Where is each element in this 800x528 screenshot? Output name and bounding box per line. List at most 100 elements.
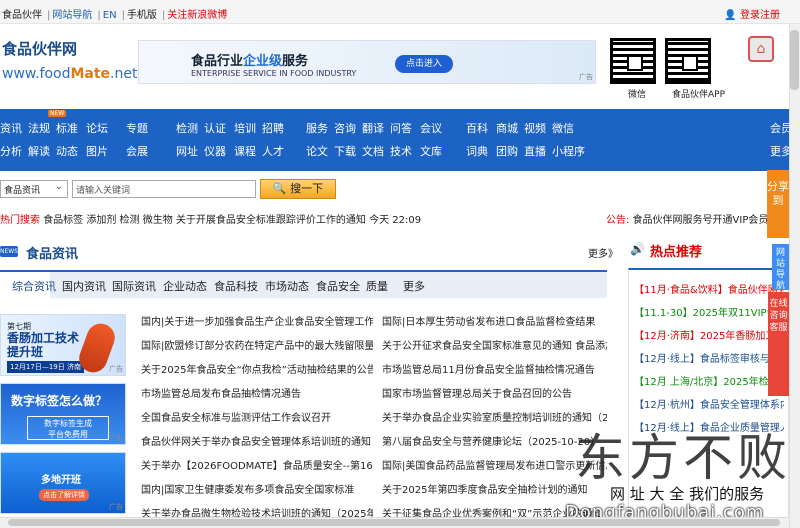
news-item-left[interactable]: 国内|国家卫生健康委发布多项食品安全国家标准 <box>141 481 354 496</box>
nav-item-9[interactable]: 服务 <box>306 120 328 136</box>
news-item-left[interactable]: 关于2025年食品安全“你点我检”活动抽检结果的公告 <box>141 361 373 376</box>
ad-tag: 广告 <box>109 365 123 373</box>
banner-enter-button[interactable]: 点击进入 <box>395 55 453 73</box>
online-service-float[interactable]: 在线咨询客服 <box>768 292 789 396</box>
hot-item[interactable]: 【12月·线上】食品标签审核与合规培训 <box>634 350 784 365</box>
nav-item-row2-2[interactable]: 动态 <box>56 143 78 159</box>
home-icon[interactable]: ⌂ <box>748 36 774 62</box>
nav-item-row2-13[interactable]: 文库 <box>420 143 442 159</box>
share-button[interactable]: 分享到 <box>767 170 789 238</box>
nav-item-row2-5[interactable]: 网址 <box>176 143 198 159</box>
nav-item-1[interactable]: 法规 <box>28 120 50 136</box>
news-item-left[interactable]: 国际|欧盟修订部分农药在特定产品中的最大残留限量 <box>141 337 373 352</box>
nav-item-row2-11[interactable]: 文档 <box>362 143 384 159</box>
hot-item[interactable]: 【12月·杭州】食品安全管理体系内审员培训 <box>634 396 784 411</box>
tab-0[interactable]: 综合资讯 <box>12 278 56 294</box>
vertical-scrollbar[interactable] <box>789 24 800 528</box>
vertical-scroll-thumb[interactable] <box>790 30 799 90</box>
tab-8[interactable]: 更多 <box>403 278 425 294</box>
nav-item-5[interactable]: 检测 <box>176 120 198 136</box>
nav-item-16[interactable]: 视频 <box>524 120 546 136</box>
top-link-mobile[interactable]: 手机版 <box>127 10 157 21</box>
news-item-right[interactable]: 国家市场监督管理总局关于食品召回的公告 <box>382 385 572 400</box>
news-item-left[interactable]: 国内|关于进一步加强食品生产企业食品安全管理工作的通知 <box>141 313 373 328</box>
nav-item-14[interactable]: 百科 <box>466 120 488 136</box>
nav-item-row2-7[interactable]: 课程 <box>234 143 256 159</box>
nav-item-12[interactable]: 问答 <box>390 120 412 136</box>
nav-item-6[interactable]: 认证 <box>204 120 226 136</box>
nav-item-row2-1[interactable]: 解读 <box>28 143 50 159</box>
nav-item-row2-17[interactable]: 小程序 <box>552 143 585 159</box>
nav-item-15[interactable]: 商城 <box>496 120 518 136</box>
nav-item-17[interactable]: 微信 <box>552 120 574 136</box>
top-link-home[interactable]: 食品伙伴 <box>2 10 42 21</box>
nav-item-row2-12[interactable]: 技术 <box>390 143 412 159</box>
hot-item[interactable]: 【11月·食品&饮料】食品伙伴网会员优惠活动进行中 <box>634 281 784 296</box>
search-input[interactable]: 请输入关键词 <box>72 180 256 198</box>
top-link-weibo[interactable]: 关注新浪微博 <box>167 10 227 21</box>
news-item-left[interactable]: 关于举办【2026FOODMATE】食品质量安全--第16届食品行业年会通知 <box>141 457 373 472</box>
nav-item-0[interactable]: 资讯 <box>0 120 22 136</box>
ad3-button: 点击了解详情 <box>39 489 89 501</box>
site-nav-float[interactable]: 网站导航 <box>772 244 789 291</box>
site-logo[interactable]: 食品伙伴网 www.foodMate.net <box>2 36 137 88</box>
tab-6[interactable]: 食品安全 <box>316 278 360 294</box>
tab-4[interactable]: 食品科技 <box>214 278 258 294</box>
tab-7[interactable]: 质量 <box>366 278 388 294</box>
search-icon: 🔍 <box>272 182 287 195</box>
nav-item-row2-3[interactable]: 图片 <box>86 143 108 159</box>
ad-tag: 广告 <box>109 503 123 511</box>
nav-item-row2-4[interactable]: 会展 <box>126 143 148 159</box>
nav-item-row2-9[interactable]: 论文 <box>306 143 328 159</box>
nav-item-row2-8[interactable]: 人才 <box>262 143 284 159</box>
nav-item-row2-16[interactable]: 直播 <box>524 143 546 159</box>
news-item-right[interactable]: 关于2025年第四季度食品安全抽检计划的通知 <box>382 481 587 496</box>
search-button[interactable]: 🔍 搜一下 <box>260 179 336 199</box>
tab-2[interactable]: 国际资讯 <box>112 278 156 294</box>
nav-item-row2-14[interactable]: 词典 <box>466 143 488 159</box>
top-link-nav[interactable]: 网站导航 <box>52 10 92 21</box>
nav-item-7[interactable]: 培训 <box>234 120 256 136</box>
news-item-right[interactable]: 关于举办食品企业实验室质量控制培训班的通知（2025年11月25日 <box>382 409 607 424</box>
tab-3[interactable]: 企业动态 <box>163 278 207 294</box>
ad1-title: 香肠加工技术 提升班 <box>7 331 80 359</box>
news-item-right[interactable]: 第八届食品安全与营养健康论坛（2025-10-20） <box>382 433 600 448</box>
hot-search-bar: 热门搜索 食品标签 添加剂 检测 微生物 关于开展食品安全标准跟踪评价工作的通知… <box>0 211 421 226</box>
nav-item-row2-15[interactable]: 团购 <box>496 143 518 159</box>
nav-item-row2-0[interactable]: 分析 <box>0 143 22 159</box>
news-item-left[interactable]: 市场监管总局发布食品抽检情况通告 <box>141 385 301 400</box>
nav-item-11[interactable]: 翻译 <box>362 120 384 136</box>
section-more-link[interactable]: 更多》 <box>588 245 618 260</box>
nav-item-4[interactable]: 专题 <box>126 120 148 136</box>
nav-item-13[interactable]: 会议 <box>420 120 442 136</box>
hot-item[interactable]: 【12月·济南】2025年香肠加工技术提升班 <box>634 327 784 342</box>
news-item-left[interactable]: 食品伙伴网关于举办食品安全管理体系培训班的通知（2025年11月25日 <box>141 433 373 448</box>
ad-sausage-course[interactable]: 第七期 香肠加工技术 提升班 12月17日—19日 济南 广告 <box>0 314 126 377</box>
ad2-button: 数字标签生成 平台免费用 <box>27 416 109 440</box>
nav-item-2[interactable]: 标准 <box>56 120 78 136</box>
nav-item-3[interactable]: 论坛 <box>86 120 108 136</box>
news-item-left[interactable]: 全国食品安全标准与监测评估工作会议召开 <box>141 409 331 424</box>
horizontal-scroll-thumb[interactable] <box>8 519 780 526</box>
user-icon: 👤 <box>724 10 737 21</box>
nav-item-10[interactable]: 咨询 <box>334 120 356 136</box>
news-item-right[interactable]: 国际|美国食品药品监督管理局发布进口警示更新信息通告汇总 <box>382 457 607 472</box>
hot-search-time: 今天 22:09 <box>369 215 422 226</box>
hot-item[interactable]: 【11.1-30】2025年双11VIP会员优惠活动 <box>634 304 784 319</box>
news-item-right[interactable]: 市场监管总局11月份食品安全监督抽检情况通告 <box>382 361 595 376</box>
nav-item-row2-6[interactable]: 仪器 <box>204 143 226 159</box>
top-link-en[interactable]: EN <box>103 10 117 21</box>
nav-item-8[interactable]: 招聘 <box>262 120 284 136</box>
nav-item-row2-10[interactable]: 下载 <box>334 143 356 159</box>
search-category-select[interactable]: 食品资讯 <box>0 180 68 198</box>
top-banner-ad[interactable]: 食品行业企业级服务 ENTERPRISE SERVICE IN FOOD IND… <box>138 40 596 84</box>
tab-5[interactable]: 市场动态 <box>265 278 309 294</box>
tab-1[interactable]: 国内资讯 <box>62 278 106 294</box>
news-item-right[interactable]: 关于公开征求食品安全国家标准意见的通知 食品添加剂使用标准修订 <box>382 337 607 352</box>
news-item-right[interactable]: 国际|日本厚生劳动省发布进口食品监督检查结果 <box>382 313 595 328</box>
ad-multi-city-class[interactable]: 多地开班 点击了解详情 广告 <box>0 452 126 514</box>
login-link[interactable]: 👤 登录注册 <box>724 6 780 21</box>
ad-digital-label[interactable]: 数字标签怎么做？ 数字标签生成 平台免费用 广告 <box>0 383 126 445</box>
hot-item[interactable]: 【12月 上海/北京】2025年检测实验室管理 <box>634 373 784 388</box>
hot-search-items[interactable]: 食品标签 添加剂 检测 微生物 关于开展食品安全标准跟踪评价工作的通知 <box>43 215 366 226</box>
